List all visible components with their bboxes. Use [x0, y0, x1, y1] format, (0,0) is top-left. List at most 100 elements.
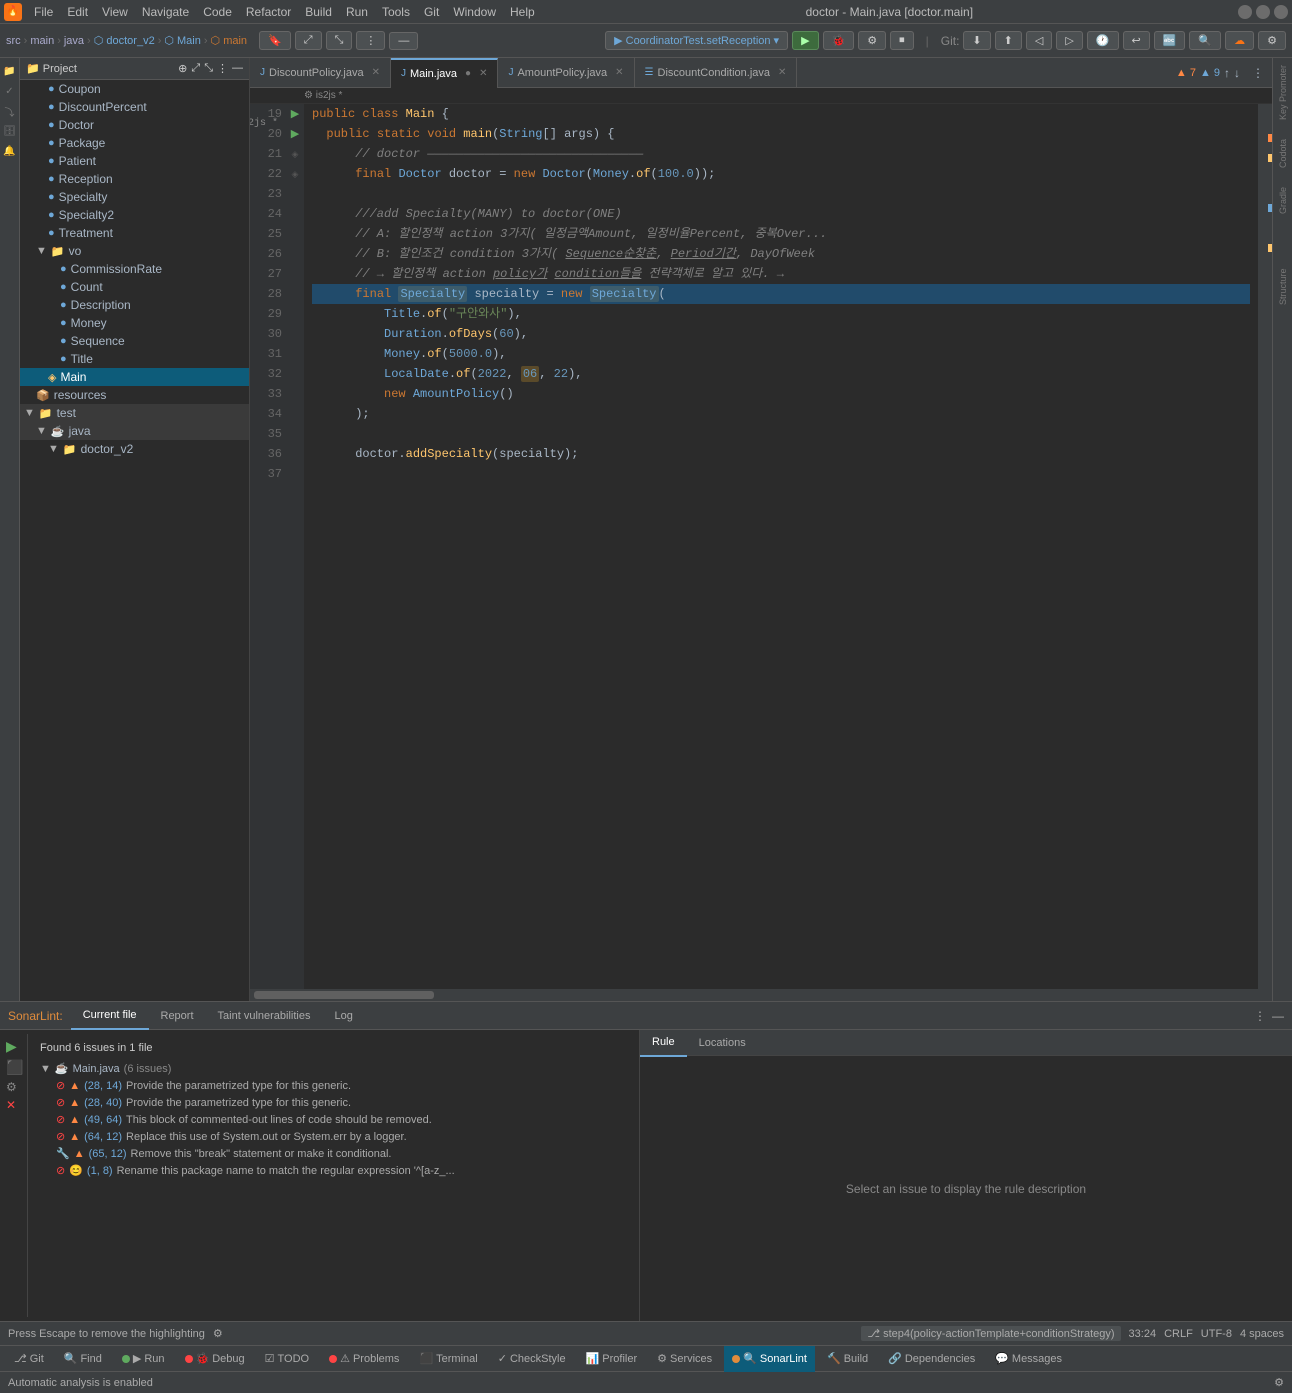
scroll-down-btn[interactable]: ↓: [1234, 66, 1240, 80]
project-icon[interactable]: 📁: [1, 62, 19, 80]
tab-close-icon[interactable]: ✕: [372, 67, 380, 78]
git-branch-status[interactable]: ⎇ step4(policy-actionTemplate+conditionS…: [861, 1326, 1120, 1341]
tab-log[interactable]: Log: [322, 1002, 364, 1030]
tree-item-title[interactable]: ● Title: [20, 350, 249, 368]
run-line-20[interactable]: ▶: [286, 124, 304, 144]
scrollbar-thumb[interactable]: [254, 991, 434, 999]
issue-row-5[interactable]: 🔧 ▲ (65, 12) Remove this "break" stateme…: [32, 1145, 631, 1162]
pull-requests-icon[interactable]: ⤵: [1, 102, 19, 120]
btoolbar-todo[interactable]: ☑ TODO: [257, 1346, 317, 1372]
analysis-settings-icon[interactable]: ⚙: [1274, 1376, 1284, 1389]
expand-btn[interactable]: ⤢: [295, 31, 322, 50]
run-button[interactable]: ▶: [792, 31, 818, 50]
btoolbar-profiler[interactable]: 📊 Profiler: [578, 1346, 646, 1372]
tab-discountpolicy[interactable]: J DiscountPolicy.java ✕: [250, 58, 391, 88]
panel-minimize-btn[interactable]: —: [1272, 1009, 1284, 1023]
tab-report[interactable]: Report: [149, 1002, 206, 1030]
btoolbar-run[interactable]: ▶ Run: [114, 1346, 173, 1372]
translate-btn[interactable]: 🔤: [1154, 31, 1186, 50]
revert-btn[interactable]: ↩: [1123, 31, 1150, 50]
stop-button[interactable]: ⏹: [890, 31, 914, 50]
btoolbar-checkstyle[interactable]: ✓ CheckStyle: [490, 1346, 574, 1372]
gradle-icon[interactable]: Gradle: [1273, 180, 1292, 220]
tab-rule[interactable]: Rule: [640, 1030, 687, 1057]
run-config-selector[interactable]: ▶ CoordinatorTest.setReception ▾: [605, 31, 788, 50]
scroll-up-btn[interactable]: ↑: [1224, 66, 1230, 80]
tree-item-patient[interactable]: ● Patient: [20, 152, 249, 170]
database-icon[interactable]: 🗄: [1, 122, 19, 140]
tree-item-description[interactable]: ● Description: [20, 296, 249, 314]
menu-file[interactable]: File: [28, 3, 59, 21]
btoolbar-build[interactable]: 🔨 Build: [819, 1346, 876, 1372]
btoolbar-find[interactable]: 🔍 Find: [56, 1346, 110, 1372]
tree-item-package[interactable]: ● Package: [20, 134, 249, 152]
menu-code[interactable]: Code: [197, 3, 238, 21]
tree-item-test[interactable]: ▼ 📁 test: [20, 404, 249, 422]
tree-item-treatment[interactable]: ● Treatment: [20, 224, 249, 242]
run-analysis-btn[interactable]: ▶: [6, 1038, 25, 1055]
tab-close-icon[interactable]: ✕: [778, 67, 786, 78]
tree-item-reception[interactable]: ● Reception: [20, 170, 249, 188]
issue-file-header[interactable]: ▼ ☕ Main.java (6 issues): [32, 1060, 631, 1077]
menu-git[interactable]: Git: [418, 3, 445, 21]
tree-item-discountpercent[interactable]: ● DiscountPercent: [20, 98, 249, 116]
tree-item-money[interactable]: ● Money: [20, 314, 249, 332]
run-with-coverage[interactable]: ⚙: [858, 31, 886, 50]
tree-locate-btn[interactable]: ⊕: [178, 62, 187, 75]
tab-amountpolicy[interactable]: J AmountPolicy.java ✕: [498, 58, 634, 88]
history-btn[interactable]: 🕐: [1087, 31, 1119, 50]
tab-close-icon[interactable]: ✕: [615, 67, 623, 78]
btoolbar-terminal[interactable]: ⬛ Terminal: [411, 1346, 485, 1372]
tab-discountcondition[interactable]: ☰ DiscountCondition.java ✕: [635, 58, 798, 88]
tree-item-java[interactable]: ▼ ☕ java: [20, 422, 249, 440]
tree-item-resources[interactable]: 📦 resources: [20, 386, 249, 404]
share-btn[interactable]: ☁: [1225, 31, 1254, 50]
debug-button[interactable]: 🐞: [823, 31, 855, 50]
code-content[interactable]: public class Main { public static void m…: [304, 104, 1258, 989]
editor-scrollbar[interactable]: [1258, 104, 1272, 989]
menu-navigate[interactable]: Navigate: [136, 3, 195, 21]
collapse-btn[interactable]: ⤡: [326, 31, 353, 50]
bookmark-line-22[interactable]: ◈: [286, 144, 304, 164]
btoolbar-sonarlint[interactable]: 🔍 SonarLint: [724, 1346, 815, 1372]
issue-row-1[interactable]: ⊘ ▲ (28, 14) Provide the parametrized ty…: [32, 1077, 631, 1094]
tree-item-sequence[interactable]: ● Sequence: [20, 332, 249, 350]
tab-main[interactable]: J Main.java ● ✕: [391, 58, 499, 88]
tab-close-icon[interactable]: ✕: [479, 68, 487, 79]
issue-row-3[interactable]: ⊘ ▲ (49, 64) This block of commented-out…: [32, 1111, 631, 1128]
tree-item-vo-folder[interactable]: ▼ 📁 vo: [20, 242, 249, 260]
btoolbar-messages[interactable]: 💬 Messages: [987, 1346, 1070, 1372]
close-panel-btn[interactable]: ✕: [6, 1098, 25, 1112]
menu-window[interactable]: Window: [447, 3, 502, 21]
minimize-button[interactable]: —: [1238, 5, 1252, 19]
stop-btn[interactable]: ⬛: [6, 1059, 25, 1076]
minimize-panel-btn[interactable]: —: [389, 32, 418, 50]
maximize-button[interactable]: □: [1256, 5, 1270, 19]
run-line-19[interactable]: ▶: [286, 104, 304, 124]
git-next-btn[interactable]: ▷: [1056, 31, 1082, 50]
tab-taint[interactable]: Taint vulnerabilities: [206, 1002, 323, 1030]
settings-btn[interactable]: ⚙: [1258, 31, 1286, 50]
tree-item-count[interactable]: ● Count: [20, 278, 249, 296]
tree-item-doctor[interactable]: ● Doctor: [20, 116, 249, 134]
more-tabs-btn[interactable]: ⋮: [1252, 66, 1264, 80]
btoolbar-git[interactable]: ⎇ Git: [6, 1346, 52, 1372]
tree-collapse-btn[interactable]: ⤡: [204, 62, 213, 75]
close-button[interactable]: ✕: [1274, 5, 1288, 19]
bookmark-line-28[interactable]: ◈: [286, 164, 304, 184]
tree-item-coupon[interactable]: ● Coupon: [20, 80, 249, 98]
issue-row-6[interactable]: ⊘ 😊 (1, 8) Rename this package name to m…: [32, 1162, 631, 1179]
btoolbar-dependencies[interactable]: 🔗 Dependencies: [880, 1346, 983, 1372]
menu-view[interactable]: View: [96, 3, 134, 21]
notifications-icon[interactable]: 🔔: [1, 142, 19, 160]
btoolbar-debug[interactable]: 🐞 Debug: [177, 1346, 253, 1372]
tree-item-main[interactable]: ◈ Main: [20, 368, 249, 386]
git-pull-btn[interactable]: ⬇: [963, 31, 990, 50]
menu-help[interactable]: Help: [504, 3, 541, 21]
panel-more-btn[interactable]: ⋮: [1254, 1009, 1266, 1023]
bookmark-btn[interactable]: 🔖: [259, 31, 291, 50]
commit-icon[interactable]: ✓: [1, 82, 19, 100]
tab-current-file[interactable]: Current file: [71, 1002, 149, 1030]
more-options-btn[interactable]: ⋮: [356, 31, 385, 50]
git-push-btn[interactable]: ⬆: [995, 31, 1022, 50]
